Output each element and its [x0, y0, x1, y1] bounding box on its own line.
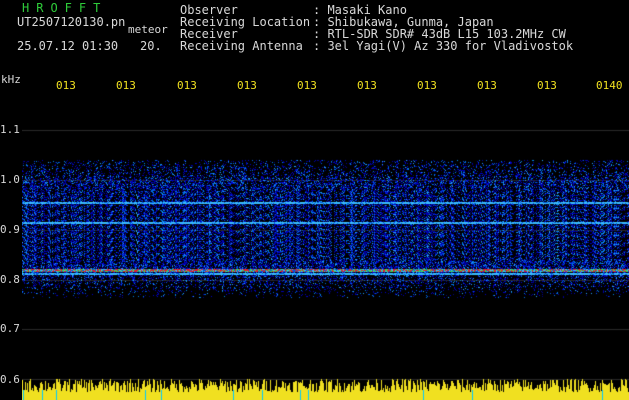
date-time: 25.07.12 01:30: [17, 39, 119, 53]
x-tick-label: 013: [116, 79, 136, 92]
x-tick-label: 013: [177, 79, 197, 92]
y-tick-label: 0.8: [0, 273, 20, 286]
meteor-label: meteor: [128, 23, 168, 36]
y-tick-label: 0.7: [0, 322, 20, 335]
x-tick-label: 013: [537, 79, 557, 92]
file-name: UT2507120130.pn: [17, 15, 126, 29]
y-axis-unit: kHz: [1, 73, 21, 86]
x-tick-label: 013: [297, 79, 317, 92]
x-tick-label: 013: [357, 79, 377, 92]
x-tick-label: 013: [417, 79, 437, 92]
brand-title: HROFFT: [22, 1, 108, 15]
spectrogram-plot: [22, 100, 629, 400]
x-tick-label: 013: [237, 79, 257, 92]
x-tick-label: 013: [56, 79, 76, 92]
x-tick-label: 0140: [596, 79, 623, 92]
y-tick-label: 1.1: [0, 123, 20, 136]
y-tick-label: 0.9: [0, 223, 20, 236]
x-tick-label: 013: [477, 79, 497, 92]
date-time-suffix: 20.: [140, 39, 162, 53]
antenna-value: : 3el Yagi(V) Az 330 for Vladivostok: [313, 39, 574, 53]
y-tick-label: 1.0: [0, 173, 20, 186]
y-tick-label: 0.6: [0, 373, 20, 386]
antenna-label: Receiving Antenna: [180, 39, 303, 53]
